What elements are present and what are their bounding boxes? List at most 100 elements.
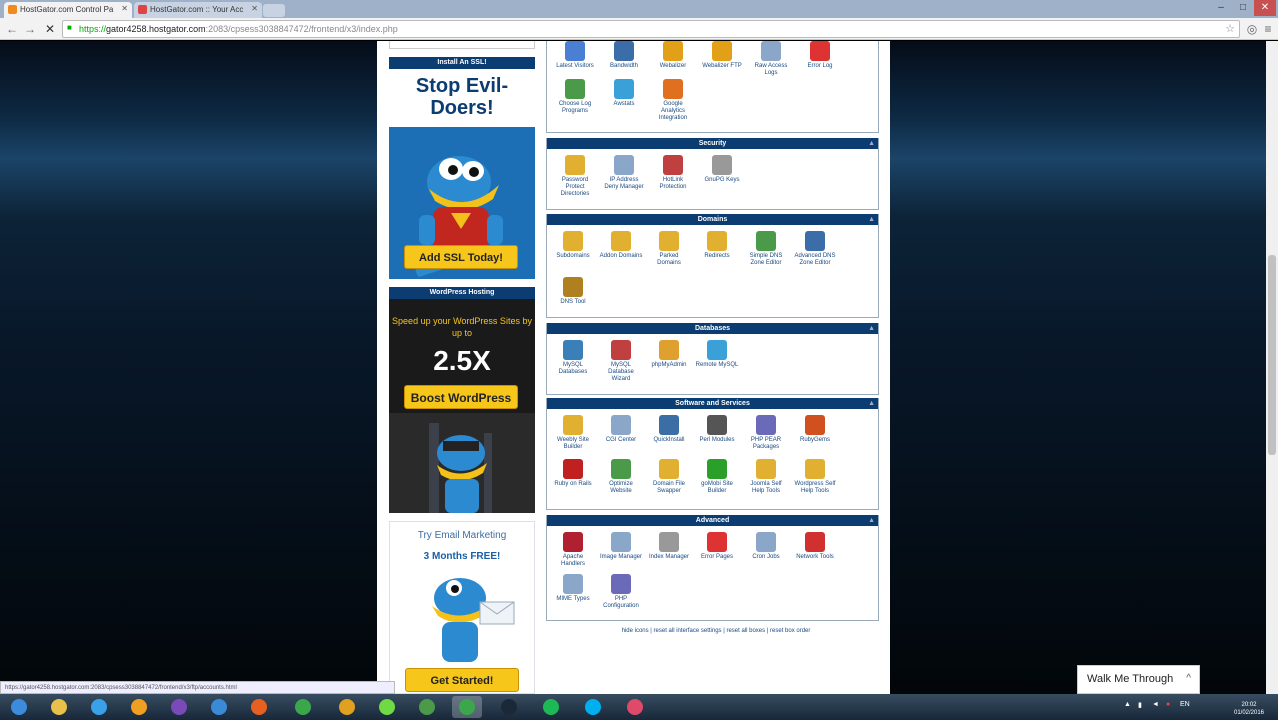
cpanel-item[interactable]: Advanced DNS Zone Editor [793,231,837,267]
cpanel-item[interactable]: Parked Domains [647,231,691,267]
cpanel-item[interactable]: GnuPG Keys [700,155,744,184]
cpanel-item[interactable]: Image Manager [599,532,643,561]
taskbar-button[interactable] [164,696,194,718]
cpanel-item[interactable]: Network Tools [793,532,837,561]
page-scrollbar[interactable] [1266,41,1278,694]
cpanel-item[interactable]: Perl Modules [695,415,739,444]
collapse-icon[interactable]: ▲ [868,214,875,225]
domains-section-header[interactable]: Domains ▲ [547,214,878,225]
cpanel-item[interactable]: Wordpress Self Help Tools [793,459,837,495]
advanced-section-header[interactable]: Advanced ▲ [547,515,878,526]
taskbar-button[interactable] [372,696,402,718]
network-icon[interactable]: ▮ [1138,701,1142,709]
cpanel-item[interactable]: Redirects [695,231,739,260]
taskbar-button[interactable] [204,696,234,718]
cpanel-item[interactable]: Remote MySQL [695,340,739,369]
collapse-icon[interactable]: ▲ [868,323,875,334]
cpanel-item[interactable]: HotLink Protection [651,155,695,191]
cpanel-item[interactable]: IP Address Deny Manager [602,155,646,191]
cpanel-item[interactable]: MySQL Database Wizard [599,340,643,383]
back-icon[interactable]: ← [4,21,20,37]
cpanel-item[interactable]: RubyGems [793,415,837,444]
cpanel-item[interactable]: PHP Configuration [599,574,643,610]
taskbar-button[interactable] [452,696,482,718]
close-tab-icon[interactable]: ✕ [251,4,258,13]
cpanel-item[interactable]: Subdomains [551,231,595,260]
cpanel-item[interactable]: Error Pages [695,532,739,561]
address-bar[interactable]: ■ https://gator4258.hostgator.com:2083/c… [62,20,1240,38]
taskbar-button[interactable] [244,696,274,718]
cpanel-item[interactable]: Domain File Swapper [647,459,691,495]
taskbar-button[interactable] [536,696,566,718]
volume-icon[interactable]: ◄ [1152,701,1159,708]
cpanel-item[interactable]: DNS Tool [551,277,595,306]
software-section-header[interactable]: Software and Services ▲ [547,398,878,409]
boost-wordpress-button[interactable]: Boost WordPress [404,385,518,409]
cpanel-item[interactable]: Raw Access Logs [749,41,793,77]
taskbar-button[interactable] [124,696,154,718]
ssl-ad[interactable]: Install An SSL! Stop Evil-Doers! Add SSL… [389,57,535,279]
taskbar-button[interactable] [494,696,524,718]
cpanel-item[interactable]: phpMyAdmin [647,340,691,369]
add-ssl-button[interactable]: Add SSL Today! [404,245,518,269]
menu-icon[interactable]: ≡ [1260,21,1276,37]
forward-icon[interactable]: → [22,21,38,37]
tab-hostgator-account[interactable]: HostGator.com :: Your Acc ✕ [134,2,262,18]
cpanel-item[interactable]: Webalizer FTP [700,41,744,70]
cpanel-item[interactable]: MIME Types [551,574,595,603]
scrollbar-thumb[interactable] [1268,255,1276,455]
interface-reset-links[interactable]: hide icons | reset all interface setting… [586,628,846,634]
cpanel-item[interactable]: Apache Handlers [551,532,595,568]
system-clock[interactable]: 20:02 01/02/2016 [1229,701,1269,717]
flag-icon[interactable]: ● [1166,701,1170,708]
cpanel-item[interactable]: Latest Visitors [553,41,597,70]
cpanel-item[interactable]: Bandwidth [602,41,646,70]
taskbar-button[interactable] [578,696,608,718]
cpanel-item[interactable]: Optimize Website [599,459,643,495]
close-tab-icon[interactable]: ✕ [121,4,128,13]
walk-me-through-button[interactable]: Walk Me Through ^ [1077,665,1200,694]
cpanel-item[interactable]: MySQL Databases [551,340,595,376]
taskbar-button[interactable] [412,696,442,718]
cpanel-item[interactable]: Joomla Self Help Tools [744,459,788,495]
collapse-icon[interactable]: ▲ [868,398,875,409]
cpanel-item[interactable]: QuickInstall [647,415,691,444]
taskbar-button[interactable] [620,696,650,718]
cpanel-item[interactable]: Ruby on Rails [551,459,595,488]
taskbar-button[interactable] [44,696,74,718]
cpanel-item[interactable]: goMobi Site Builder [695,459,739,495]
wordpress-ad[interactable]: WordPress Hosting Speed up your WordPres… [389,287,535,513]
cpanel-item[interactable]: Webalizer [651,41,695,70]
extension-icon[interactable]: ◎ [1244,21,1260,37]
cpanel-item[interactable]: Weebly Site Builder [551,415,595,451]
cpanel-item[interactable]: Simple DNS Zone Editor [744,231,788,267]
get-started-button[interactable]: Get Started! [405,668,519,692]
cpanel-item[interactable]: Awstats [602,79,646,108]
security-section-header[interactable]: Security ▲ [547,138,878,149]
tab-hostgator-control-panel[interactable]: HostGator.com Control Pa ✕ [4,2,132,18]
cpanel-item[interactable]: Cron Jobs [744,532,788,561]
cpanel-item[interactable]: Index Manager [647,532,691,561]
collapse-icon[interactable]: ▲ [868,138,875,149]
minimize-icon[interactable]: – [1210,0,1232,16]
cpanel-item[interactable]: Password Protect Directories [553,155,597,198]
taskbar-button[interactable] [288,696,318,718]
stop-loading-icon[interactable]: ✕ [42,21,58,37]
collapse-icon[interactable]: ▲ [868,515,875,526]
cpanel-item[interactable]: CGI Center [599,415,643,444]
email-marketing-ad[interactable]: Try Email Marketing 3 Months FREE! Get S… [389,521,535,694]
taskbar-button[interactable] [84,696,114,718]
tray-arrow-icon[interactable]: ▲ [1124,701,1131,708]
maximize-icon[interactable]: □ [1232,0,1254,16]
cpanel-item[interactable]: Choose Log Programs [553,79,597,115]
bookmark-star-icon[interactable]: ☆ [1225,22,1235,35]
close-window-icon[interactable]: ✕ [1254,0,1276,16]
cpanel-item[interactable]: Error Log [798,41,842,70]
databases-section-header[interactable]: Databases ▲ [547,323,878,334]
cpanel-item[interactable]: Addon Domains [599,231,643,260]
taskbar-button[interactable] [332,696,362,718]
new-tab-button[interactable] [263,4,285,17]
language-icon[interactable]: EN [1180,701,1190,708]
cpanel-item[interactable]: PHP PEAR Packages [744,415,788,451]
taskbar-button[interactable] [4,696,34,718]
